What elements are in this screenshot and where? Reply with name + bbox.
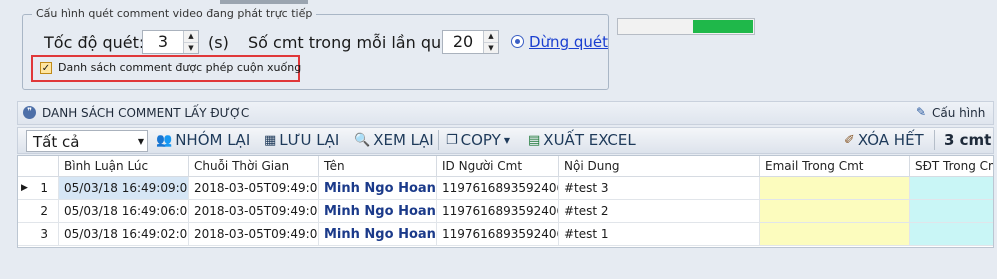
speed-stepper-buttons[interactable]: ▲ ▼ bbox=[183, 31, 198, 53]
chevron-down-icon[interactable]: ▼ bbox=[138, 137, 144, 146]
count-label: Số cmt trong mỗi lần quét: bbox=[248, 33, 463, 52]
cell-timestamp[interactable]: 2018-03-05T09:49:02... bbox=[189, 223, 319, 246]
copy-icon: ❐ bbox=[446, 132, 458, 148]
cell-phone[interactable] bbox=[910, 177, 993, 200]
cell-timestamp[interactable]: 2018-03-05T09:49:06... bbox=[189, 200, 319, 223]
cell-phone[interactable] bbox=[910, 200, 993, 223]
chevron-down-icon[interactable]: ▼ bbox=[504, 136, 510, 145]
speed-label: Tốc độ quét: bbox=[44, 33, 145, 52]
panel-title: DANH SÁCH COMMENT LẤY ĐƯỢC bbox=[42, 106, 250, 120]
column-header[interactable]: Nội Dung bbox=[559, 156, 760, 177]
group-button-label: NHÓM LẠI bbox=[175, 131, 251, 149]
row-number[interactable]: 2 bbox=[18, 200, 59, 223]
group-title: Cấu hình quét comment video đang phát tr… bbox=[32, 7, 317, 20]
column-header[interactable]: Bình Luận Lúc bbox=[59, 156, 189, 177]
save-icon: ▦ bbox=[264, 132, 277, 148]
filter-value[interactable]: Tất cả bbox=[33, 133, 79, 151]
count-stepper-buttons[interactable]: ▲ ▼ bbox=[483, 31, 498, 53]
cell-content[interactable]: #test 3 bbox=[559, 177, 760, 200]
cell-email[interactable] bbox=[760, 177, 910, 200]
cell-name[interactable]: Minh Ngo Hoang bbox=[319, 223, 437, 246]
excel-icon: ▤ bbox=[528, 132, 541, 148]
scroll-checkbox-label[interactable]: Danh sách comment được phép cuộn xuống bbox=[58, 61, 301, 74]
cell-time[interactable]: 05/03/18 16:49:02:000 bbox=[59, 223, 189, 246]
comment-count: 3 cmt bbox=[944, 131, 992, 149]
chevron-up-icon[interactable]: ▲ bbox=[484, 31, 498, 42]
chevron-down-icon[interactable]: ▼ bbox=[184, 42, 198, 54]
scan-progress-bar bbox=[617, 18, 755, 35]
cell-content[interactable]: #test 1 bbox=[559, 223, 760, 246]
row-number[interactable]: ▶ 1 bbox=[18, 177, 59, 200]
review-button[interactable]: 🔍 XEM LẠI bbox=[354, 131, 434, 149]
search-icon: 🔍 bbox=[354, 132, 371, 148]
save-button[interactable]: ▦ LƯU LẠI bbox=[264, 131, 339, 149]
cell-time[interactable]: 05/03/18 16:49:06:000 bbox=[59, 200, 189, 223]
chevron-down-icon[interactable]: ▼ bbox=[484, 42, 498, 54]
cell-user-id[interactable]: 1197616893592406 bbox=[437, 177, 559, 200]
column-header[interactable]: Tên bbox=[319, 156, 437, 177]
top-image-edge bbox=[220, 0, 308, 4]
cell-content[interactable]: #test 2 bbox=[559, 200, 760, 223]
copy-button-label: COPY bbox=[460, 131, 501, 149]
stop-scan-link[interactable]: Dừng quét bbox=[529, 33, 608, 51]
count-value[interactable]: 20 bbox=[443, 31, 483, 53]
settings-button[interactable]: Cấu hình bbox=[932, 106, 985, 120]
settings-icon[interactable]: ✎ bbox=[916, 105, 926, 119]
scroll-checkbox[interactable]: ✓ bbox=[40, 62, 52, 74]
users-icon: 👥 bbox=[156, 132, 173, 148]
filter-dropdown[interactable]: Tất cả ▼ bbox=[26, 130, 148, 152]
cell-email[interactable] bbox=[760, 223, 910, 246]
delete-all-button[interactable]: ✐ XÓA HẾT bbox=[844, 131, 924, 149]
cell-time[interactable]: 05/03/18 16:49:09:000 bbox=[59, 177, 189, 200]
cell-name[interactable]: Minh Ngo Hoang bbox=[319, 200, 437, 223]
export-excel-label: XUẤT EXCEL bbox=[543, 131, 636, 149]
comment-grid[interactable]: Bình Luận Lúc Chuỗi Thời Gian Tên ID Ngư… bbox=[17, 155, 994, 248]
row-header-corner bbox=[18, 156, 59, 177]
comment-icon: ❞ bbox=[23, 106, 36, 119]
scan-progress-fill bbox=[693, 20, 753, 33]
comment-panel-header: ❞ DANH SÁCH COMMENT LẤY ĐƯỢC ✎ Cấu hình bbox=[17, 101, 994, 125]
cell-user-id[interactable]: 1197616893592406 bbox=[437, 223, 559, 246]
column-header[interactable]: Email Trong Cmt bbox=[760, 156, 910, 177]
review-button-label: XEM LẠI bbox=[373, 131, 434, 149]
delete-all-label: XÓA HẾT bbox=[857, 131, 924, 149]
speed-unit: (s) bbox=[208, 33, 229, 52]
row-number-text: 1 bbox=[40, 181, 48, 195]
column-header[interactable]: Chuỗi Thời Gian bbox=[189, 156, 319, 177]
copy-button[interactable]: ❐ COPY ▼ bbox=[446, 131, 510, 149]
group-button[interactable]: 👥 NHÓM LẠI bbox=[156, 131, 250, 149]
stop-radio-icon[interactable] bbox=[511, 35, 524, 48]
column-header[interactable]: SĐT Trong Cmt bbox=[910, 156, 993, 177]
row-number[interactable]: 3 bbox=[18, 223, 59, 246]
current-row-icon: ▶ bbox=[21, 183, 28, 193]
speed-value[interactable]: 3 bbox=[143, 31, 183, 53]
save-button-label: LƯU LẠI bbox=[279, 131, 340, 149]
eraser-icon: ✐ bbox=[844, 132, 855, 148]
cell-email[interactable] bbox=[760, 200, 910, 223]
chevron-up-icon[interactable]: ▲ bbox=[184, 31, 198, 42]
export-excel-button[interactable]: ▤ XUẤT EXCEL bbox=[528, 131, 636, 149]
column-header[interactable]: ID Người Cmt bbox=[437, 156, 559, 177]
count-stepper[interactable]: 20 ▲ ▼ bbox=[442, 30, 499, 54]
cell-name[interactable]: Minh Ngo Hoang bbox=[319, 177, 437, 200]
toolbar-divider bbox=[438, 130, 439, 150]
cell-timestamp[interactable]: 2018-03-05T09:49:09... bbox=[189, 177, 319, 200]
cell-user-id[interactable]: 1197616893592406 bbox=[437, 200, 559, 223]
speed-stepper[interactable]: 3 ▲ ▼ bbox=[142, 30, 199, 54]
cell-phone[interactable] bbox=[910, 223, 993, 246]
toolbar-divider bbox=[934, 130, 935, 150]
